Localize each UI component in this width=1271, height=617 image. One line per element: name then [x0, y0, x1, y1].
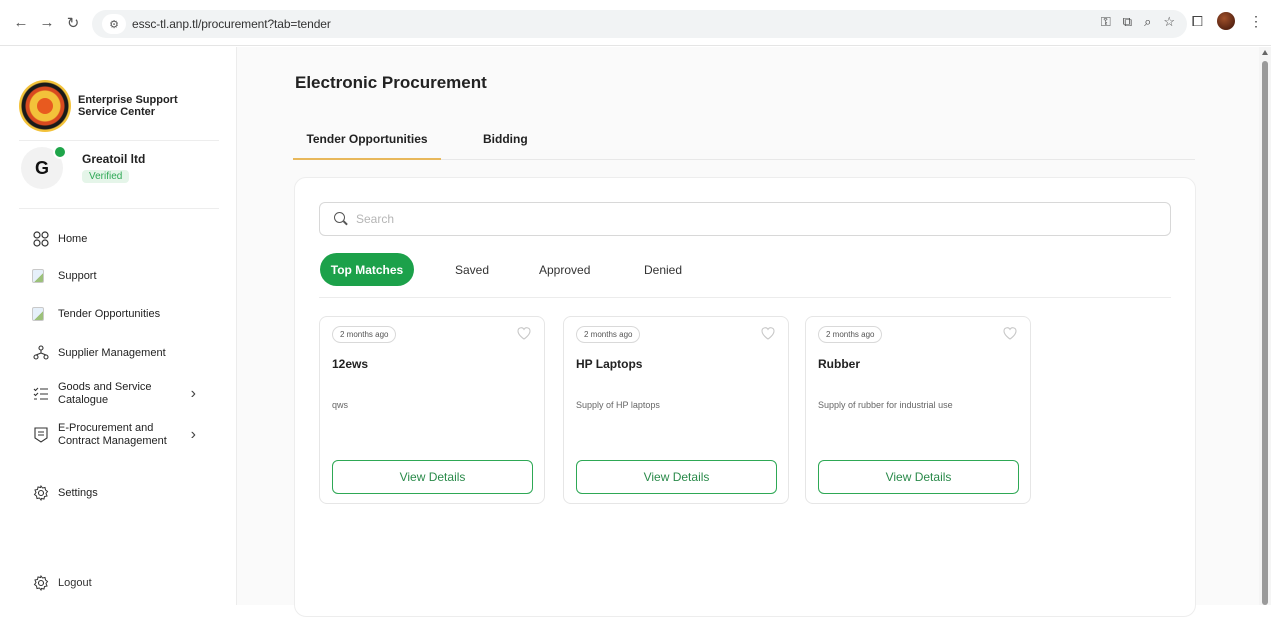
sidebar-item-label: Supplier Management: [58, 347, 166, 359]
page-title: Electronic Procurement: [295, 73, 487, 92]
sidebar-item-tender-opportunities[interactable]: Tender Opportunities: [32, 307, 212, 321]
tab-bidding[interactable]: Bidding: [483, 132, 528, 146]
tender-card: 2 months ago Rubber Supply of rubber for…: [805, 316, 1031, 504]
gear-icon: [32, 574, 50, 592]
scrollbar-thumb[interactable]: [1262, 61, 1268, 605]
online-status-dot: [53, 145, 67, 159]
tender-card: 2 months ago 12ews qws View Details: [319, 316, 545, 504]
kebab-menu-icon[interactable]: ⋮: [1249, 13, 1263, 30]
tab-tender-opportunities[interactable]: Tender Opportunities: [293, 132, 441, 160]
brand[interactable]: Enterprise Support Service Center: [19, 80, 198, 132]
divider: [19, 140, 219, 141]
list-icon: [32, 385, 50, 403]
scroll-up-arrow-icon[interactable]: [1262, 50, 1268, 55]
network-icon: [32, 344, 50, 362]
card-description: Supply of HP laptops: [576, 400, 660, 410]
sidebar-item-home[interactable]: Home: [32, 230, 212, 248]
tab-bar: Tender Opportunities Bidding: [293, 131, 1195, 160]
tender-panel: Top Matches Saved Approved Denied 2 mont…: [294, 177, 1196, 617]
user-name: Greatoil ltd: [82, 152, 146, 166]
heart-icon[interactable]: [760, 325, 776, 341]
brand-name: Enterprise Support Service Center: [78, 94, 178, 118]
filter-denied[interactable]: Denied: [644, 253, 682, 286]
sidebar-item-label: E-Procurement and Contract Management: [58, 422, 167, 447]
main-content: Electronic Procurement Tender Opportunit…: [237, 47, 1259, 617]
user-profile[interactable]: G Greatoil ltd Verified: [21, 145, 146, 189]
site-settings-icon[interactable]: ⚙: [102, 14, 126, 34]
card-title: HP Laptops: [576, 357, 643, 371]
age-badge: 2 months ago: [332, 326, 397, 343]
heart-icon[interactable]: [516, 325, 532, 341]
url-text[interactable]: essc-tl.anp.tl/procurement?tab=tender: [132, 17, 331, 31]
bookmark-star-icon[interactable]: ☆: [1163, 14, 1175, 30]
filter-top-matches[interactable]: Top Matches: [320, 253, 414, 286]
user-avatar: G: [21, 145, 67, 189]
filter-saved[interactable]: Saved: [455, 253, 489, 286]
view-details-button[interactable]: View Details: [576, 460, 777, 494]
back-arrow-icon[interactable]: ←: [10, 12, 32, 34]
grid-icon: [32, 230, 50, 248]
view-details-button[interactable]: View Details: [818, 460, 1019, 494]
sidebar-item-label: Goods and Service Catalogue: [58, 381, 152, 406]
search-box[interactable]: [319, 202, 1171, 236]
document-icon: [32, 426, 50, 444]
card-title: Rubber: [818, 357, 860, 371]
divider: [19, 208, 219, 209]
search-icon: [334, 212, 348, 226]
sidebar-item-settings[interactable]: Settings: [32, 484, 212, 502]
sidebar: Enterprise Support Service Center G Grea…: [0, 47, 237, 605]
brand-logo: [19, 80, 71, 132]
logout-label: Logout: [58, 577, 92, 589]
user-initial: G: [34, 157, 49, 178]
sidebar-item-label: Settings: [58, 487, 98, 499]
address-bar[interactable]: ⚙ essc-tl.anp.tl/procurement?tab=tender …: [92, 10, 1187, 38]
filter-approved[interactable]: Approved: [539, 253, 590, 286]
broken-image-icon: [32, 307, 44, 321]
browser-toolbar: ← → ↻ ⚙ essc-tl.anp.tl/procurement?tab=t…: [0, 0, 1271, 46]
broken-image-icon: [32, 269, 44, 283]
zoom-icon[interactable]: ⌕: [1144, 14, 1151, 30]
card-title: 12ews: [332, 357, 369, 371]
sidebar-item-label: Support: [58, 270, 97, 282]
tender-card: 2 months ago HP Laptops Supply of HP lap…: [563, 316, 789, 504]
extensions-icon[interactable]: ⧠: [1192, 13, 1203, 30]
sidebar-item-goods-catalogue[interactable]: Goods and Service Catalogue ›: [32, 381, 212, 407]
age-badge: 2 months ago: [818, 326, 883, 343]
chevron-right-icon[interactable]: ›: [191, 385, 196, 403]
logout-button[interactable]: Logout: [32, 574, 92, 592]
card-description: qws: [332, 400, 349, 410]
search-input[interactable]: [356, 212, 1136, 226]
chevron-right-icon[interactable]: ›: [191, 426, 196, 444]
view-details-button[interactable]: View Details: [332, 460, 533, 494]
sidebar-item-support[interactable]: Support: [32, 269, 212, 283]
password-key-icon[interactable]: ⚿: [1101, 14, 1111, 30]
install-app-icon[interactable]: ⧉: [1123, 14, 1132, 30]
heart-icon[interactable]: [1002, 325, 1018, 341]
age-badge: 2 months ago: [576, 326, 641, 343]
card-description: Supply of rubber for industrial use: [818, 400, 953, 410]
gear-icon: [32, 484, 50, 502]
profile-avatar[interactable]: [1217, 12, 1235, 30]
sidebar-item-e-procurement[interactable]: E-Procurement and Contract Management ›: [32, 422, 212, 448]
sidebar-item-supplier-management[interactable]: Supplier Management: [32, 344, 212, 362]
reload-icon[interactable]: ↻: [62, 12, 84, 34]
forward-arrow-icon[interactable]: →: [36, 12, 58, 34]
page-scrollbar[interactable]: [1259, 47, 1271, 605]
sidebar-item-label: Home: [58, 233, 88, 245]
sidebar-item-label: Tender Opportunities: [58, 308, 161, 320]
filter-chips: Top Matches Saved Approved Denied: [319, 253, 1171, 298]
verified-badge: Verified: [82, 170, 130, 183]
